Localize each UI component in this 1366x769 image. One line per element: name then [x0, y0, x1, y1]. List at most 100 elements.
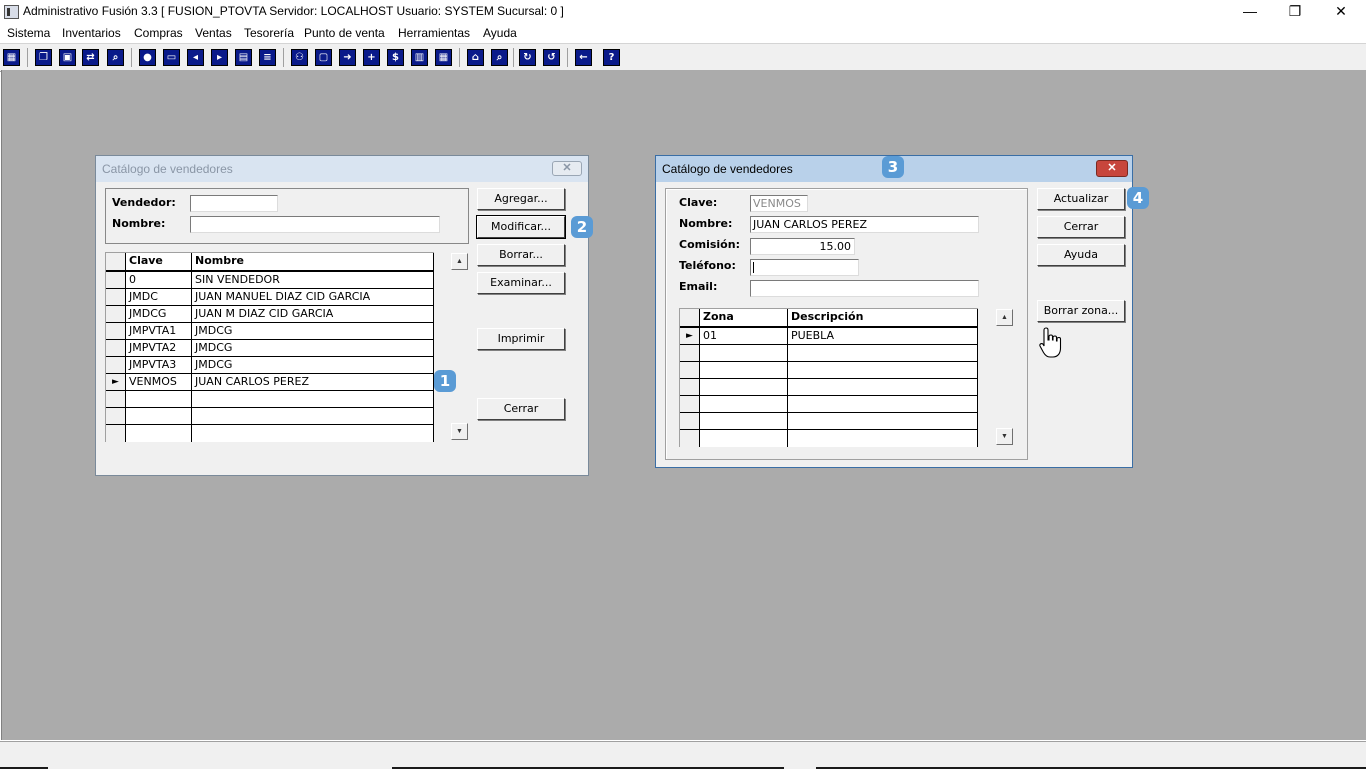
menu-inventarios[interactable]: Inventarios: [62, 26, 121, 40]
table-row[interactable]: JMDC JUAN MANUEL DIAZ CID GARCIA: [106, 289, 434, 306]
empty-row[interactable]: [680, 430, 978, 447]
nombre-input[interactable]: [190, 216, 440, 233]
menu-ayuda[interactable]: Ayuda: [483, 26, 517, 40]
imprimir-button[interactable]: Imprimir: [477, 328, 565, 350]
header-clave[interactable]: Clave: [126, 253, 192, 270]
cell-empty[interactable]: [126, 425, 192, 442]
table-row[interactable]: JMPVTA2 JMDCG: [106, 340, 434, 357]
cell-empty[interactable]: [788, 345, 978, 361]
cell-empty[interactable]: [788, 379, 978, 395]
cell-clave[interactable]: JMDCG: [126, 306, 192, 322]
clave-input[interactable]: VENMOS: [750, 195, 808, 212]
cell-empty[interactable]: [788, 430, 978, 447]
cell-nombre[interactable]: SIN VENDEDOR: [192, 272, 434, 288]
modificar-button[interactable]: Modificar...: [476, 215, 566, 239]
home-icon[interactable]: ⌂: [467, 49, 484, 66]
cell-empty[interactable]: [192, 425, 434, 442]
restore-button[interactable]: ❐: [1272, 0, 1318, 23]
empty-row[interactable]: [680, 345, 978, 362]
dollar-icon[interactable]: $: [387, 49, 404, 66]
agregar-button[interactable]: Agregar...: [477, 188, 565, 210]
cell-empty[interactable]: [700, 362, 788, 378]
ayuda-button[interactable]: Ayuda: [1037, 244, 1125, 266]
vendedor-input[interactable]: [190, 195, 278, 212]
refresh-icon[interactable]: ↻: [519, 49, 536, 66]
cerrar-button[interactable]: Cerrar: [1037, 216, 1125, 238]
cell-clave[interactable]: VENMOS: [126, 374, 192, 390]
box-icon[interactable]: ▢: [315, 49, 332, 66]
user-icon[interactable]: ●: [139, 49, 156, 66]
truck-out-icon[interactable]: ▸: [211, 49, 228, 66]
telefono-input[interactable]: [750, 259, 859, 276]
empty-row[interactable]: [680, 413, 978, 430]
cell-nombre[interactable]: JMDCG: [192, 357, 434, 373]
header-nombre[interactable]: Nombre: [192, 253, 434, 270]
menu-punto-de-venta[interactable]: Punto de venta: [304, 26, 385, 40]
cell-empty[interactable]: [126, 391, 192, 407]
menu-ventas[interactable]: Ventas: [195, 26, 232, 40]
copy-icon[interactable]: ❐: [35, 49, 52, 66]
menu-herramientas[interactable]: Herramientas: [398, 26, 470, 40]
nombre-input[interactable]: JUAN CARLOS PEREZ: [750, 216, 979, 233]
actualizar-button[interactable]: Actualizar: [1037, 188, 1125, 210]
zoom-icon[interactable]: ⌕: [491, 49, 508, 66]
minimize-button[interactable]: —: [1227, 0, 1273, 23]
people-icon[interactable]: ⚇: [291, 49, 308, 66]
scroll-down-arrow-icon[interactable]: ▼: [996, 428, 1013, 445]
truck-in-icon[interactable]: ◂: [187, 49, 204, 66]
header-zona[interactable]: Zona: [700, 309, 788, 326]
menu-sistema[interactable]: Sistema: [7, 26, 50, 40]
cell-empty[interactable]: [788, 362, 978, 378]
cell-empty[interactable]: [700, 379, 788, 395]
cell-clave[interactable]: JMPVTA3: [126, 357, 192, 373]
empty-row[interactable]: [680, 379, 978, 396]
header-descripcion[interactable]: Descripción: [788, 309, 978, 326]
cell-zona[interactable]: 01: [700, 328, 788, 344]
scroll-up-arrow-icon[interactable]: ▲: [451, 253, 468, 270]
menu-tesoreria[interactable]: Tesorería: [244, 26, 294, 40]
list-icon[interactable]: ≡: [259, 49, 276, 66]
cell-empty[interactable]: [788, 413, 978, 429]
search-icon[interactable]: ⌕: [107, 49, 124, 66]
table-row[interactable]: 0 SIN VENDEDOR: [106, 272, 434, 289]
table-row[interactable]: JMPVTA3 JMDCG: [106, 357, 434, 374]
cell-descripcion[interactable]: PUEBLA: [788, 328, 978, 344]
back-icon[interactable]: ←: [575, 49, 592, 66]
close-window-button[interactable]: ✕: [1318, 0, 1364, 23]
empty-row[interactable]: [106, 408, 434, 425]
grid-scrollbar[interactable]: ▲ ▼: [451, 252, 468, 441]
cell-empty[interactable]: [192, 391, 434, 407]
cell-empty[interactable]: [700, 396, 788, 412]
borrar-zona-button[interactable]: Borrar zona...: [1037, 300, 1125, 322]
paste-icon[interactable]: ▣: [59, 49, 76, 66]
add-icon[interactable]: +: [363, 49, 380, 66]
cell-nombre[interactable]: JUAN MANUEL DIAZ CID GARCIA: [192, 289, 434, 305]
table-row-current[interactable]: ► 01 PUEBLA: [680, 328, 978, 345]
cell-nombre[interactable]: JUAN M DIAZ CID GARCIA: [192, 306, 434, 322]
dialog-close-button[interactable]: ✕: [1096, 160, 1128, 177]
dialog-close-button[interactable]: ✕: [552, 161, 582, 176]
borrar-button[interactable]: Borrar...: [477, 244, 565, 266]
cerrar-button[interactable]: Cerrar: [477, 398, 565, 420]
cell-clave[interactable]: JMPVTA2: [126, 340, 192, 356]
table-row-current[interactable]: ► VENMOS JUAN CARLOS PEREZ: [106, 374, 434, 391]
grid-scrollbar[interactable]: ▲ ▼: [996, 308, 1013, 446]
report-icon[interactable]: ▥: [411, 49, 428, 66]
menu-compras[interactable]: Compras: [134, 26, 183, 40]
cell-empty[interactable]: [700, 430, 788, 447]
empty-row[interactable]: [106, 425, 434, 442]
empty-row[interactable]: [680, 396, 978, 413]
cell-clave[interactable]: JMPVTA1: [126, 323, 192, 339]
calculator-icon[interactable]: ▦: [3, 49, 20, 66]
table-row[interactable]: JMDCG JUAN M DIAZ CID GARCIA: [106, 306, 434, 323]
cell-empty[interactable]: [126, 408, 192, 424]
cell-empty[interactable]: [700, 413, 788, 429]
cell-empty[interactable]: [788, 396, 978, 412]
cell-nombre[interactable]: JUAN CARLOS PEREZ: [192, 374, 434, 390]
email-input[interactable]: [750, 280, 979, 297]
folder-icon[interactable]: ▭: [163, 49, 180, 66]
empty-row[interactable]: [680, 362, 978, 379]
scroll-up-arrow-icon[interactable]: ▲: [996, 309, 1013, 326]
cell-nombre[interactable]: JMDCG: [192, 323, 434, 339]
help-icon[interactable]: ?: [603, 49, 620, 66]
